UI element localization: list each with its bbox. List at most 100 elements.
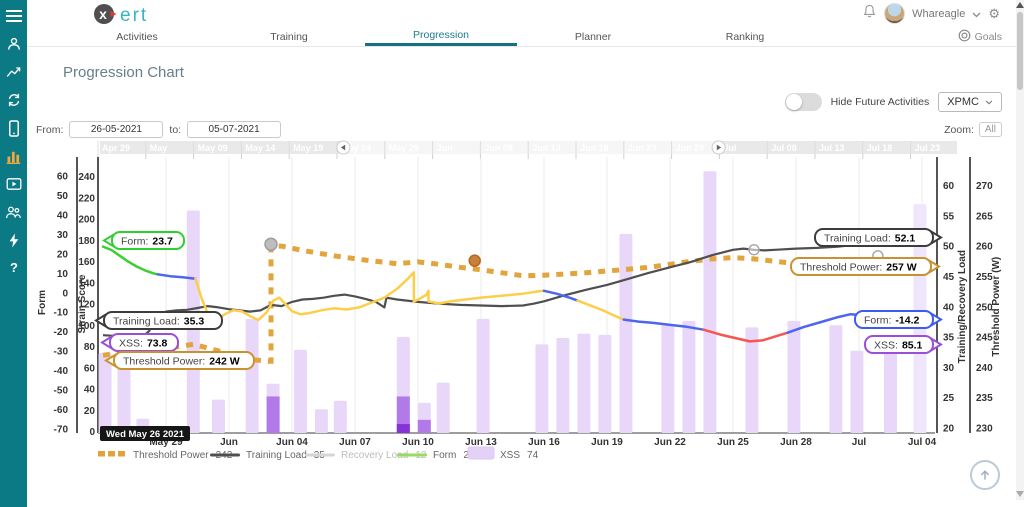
progression-chart-svg: Apr 29 May May 09 May 14 May 19 May 24 May 29 J… xyxy=(38,140,1002,461)
xss-bar[interactable] xyxy=(98,352,112,433)
hide-future-toggle[interactable] xyxy=(784,93,822,111)
svg-text:40: 40 xyxy=(943,302,955,313)
xss-bar[interactable] xyxy=(266,383,280,433)
svg-text:265: 265 xyxy=(976,211,993,222)
bar-chart-icon[interactable] xyxy=(5,147,23,165)
to-date-input[interactable] xyxy=(187,121,282,138)
xss-bar[interactable] xyxy=(417,402,431,433)
svg-text:-60: -60 xyxy=(54,405,69,416)
breakthrough-bronze-dot[interactable] xyxy=(468,254,481,267)
future-controls: Hide Future Activities XPMC xyxy=(784,92,1002,112)
tab-activities[interactable]: Activities xyxy=(61,27,213,46)
svg-text:Apr 29: Apr 29 xyxy=(102,143,130,153)
xss-bar[interactable] xyxy=(703,171,717,433)
xss-bar[interactable] xyxy=(245,318,259,433)
help-icon[interactable]: ? xyxy=(5,259,23,277)
svg-text:20: 20 xyxy=(84,406,96,417)
video-icon[interactable] xyxy=(5,175,23,193)
xss-bar[interactable] xyxy=(661,325,675,433)
svg-text:x: x xyxy=(99,6,107,22)
tab-progression[interactable]: Progression xyxy=(365,27,517,46)
activity-ring[interactable] xyxy=(748,244,760,256)
xss-bar[interactable] xyxy=(619,233,633,433)
scrollbar-thumb[interactable] xyxy=(1017,12,1023,90)
svg-text:May: May xyxy=(150,143,168,153)
xss-bar[interactable] xyxy=(436,382,450,433)
xss-bar[interactable] xyxy=(333,400,347,433)
xss-bar[interactable] xyxy=(850,350,864,433)
xss-bar[interactable] xyxy=(396,336,410,433)
xss-bar[interactable] xyxy=(829,325,843,433)
svg-text:Training Load:35.3: Training Load: 35.3 xyxy=(113,316,204,328)
from-date-input[interactable] xyxy=(69,121,164,138)
callout: Form: 23.7 xyxy=(102,231,185,250)
svg-text:Form:23.7: Form: 23.7 xyxy=(121,236,173,248)
svg-text:20: 20 xyxy=(57,249,69,260)
goals-button[interactable]: Goals xyxy=(958,27,1016,46)
legend-item-xss[interactable]: XSS 74 xyxy=(467,446,539,461)
tab-ranking[interactable]: Ranking xyxy=(669,27,821,46)
callout: Threshold Power: 242 W xyxy=(104,351,255,370)
xss-bar[interactable] xyxy=(293,349,307,433)
xss-bar[interactable] xyxy=(314,409,328,433)
xss-bar[interactable] xyxy=(535,344,549,433)
svg-text:Jul: Jul xyxy=(852,437,867,448)
xss-bar[interactable] xyxy=(682,321,696,433)
legend-item-form[interactable]: Form24 xyxy=(397,450,475,461)
page-title: Progression Chart xyxy=(63,64,184,81)
xss-bar[interactable] xyxy=(787,321,801,433)
svg-text:Jun 07: Jun 07 xyxy=(339,437,371,448)
tab-training[interactable]: Training xyxy=(213,27,365,46)
chevron-down-icon xyxy=(985,99,993,105)
xss-bar[interactable] xyxy=(476,318,490,433)
xss-bar[interactable] xyxy=(884,341,897,433)
minimap-handle-left[interactable] xyxy=(336,140,351,155)
callout: XSS: 85.1 xyxy=(864,335,943,354)
scrollbar-down-arrow[interactable] xyxy=(1016,491,1024,497)
svg-text:230: 230 xyxy=(976,424,993,435)
notifications-bell-icon[interactable] xyxy=(862,3,877,24)
svg-text:35: 35 xyxy=(943,333,955,344)
zoom-all-button[interactable]: All xyxy=(978,122,1002,137)
callout: XSS: 73.8 xyxy=(100,333,179,352)
settings-gear-icon[interactable]: ⚙ xyxy=(988,7,1000,20)
xss-bar[interactable] xyxy=(577,333,591,433)
from-label: From: xyxy=(36,123,64,136)
svg-text:240: 240 xyxy=(976,363,993,374)
svg-text:-40: -40 xyxy=(54,366,69,377)
page-scrollbar[interactable] xyxy=(1016,0,1024,500)
chevron-down-icon[interactable] xyxy=(972,5,981,23)
svg-text:60: 60 xyxy=(57,172,69,183)
xss-bar[interactable] xyxy=(212,399,225,433)
trend-chart-icon[interactable] xyxy=(5,63,23,81)
xert-logo[interactable]: x ert xyxy=(93,2,181,26)
user-avatar[interactable] xyxy=(884,3,906,24)
breakthrough-gray-dot[interactable] xyxy=(264,237,278,252)
svg-text:30: 30 xyxy=(57,230,69,241)
mobile-icon[interactable] xyxy=(5,119,23,137)
svg-text:Jun 23: Jun 23 xyxy=(628,143,657,153)
scrollbar-up-arrow[interactable] xyxy=(1016,2,1024,8)
xss-bar[interactable] xyxy=(117,367,131,433)
xss-bar[interactable] xyxy=(556,338,570,433)
scroll-to-top-button[interactable] xyxy=(970,460,1000,490)
minimap-handle-right[interactable] xyxy=(711,140,726,155)
user-icon[interactable] xyxy=(5,35,23,53)
tab-planner[interactable]: Planner xyxy=(517,27,669,46)
menu-icon[interactable] xyxy=(5,7,23,25)
power-bolt-icon[interactable] xyxy=(5,231,23,249)
minimap-strip[interactable]: Apr 29 May May 09 May 14 May 19 May 24 May 29 J… xyxy=(97,140,957,159)
user-name[interactable]: Whareagle xyxy=(912,8,965,20)
xss-bar[interactable] xyxy=(745,327,759,433)
svg-text:60: 60 xyxy=(943,181,955,192)
sync-icon[interactable] xyxy=(5,91,23,109)
xss-bar[interactable] xyxy=(598,334,612,433)
svg-text:50: 50 xyxy=(943,242,955,253)
svg-text:-30: -30 xyxy=(54,347,69,358)
svg-text:0: 0 xyxy=(89,427,95,438)
group-icon[interactable] xyxy=(5,203,23,221)
metric-selector-button[interactable]: XPMC xyxy=(938,92,1002,112)
xss-bars xyxy=(98,171,927,433)
svg-text:80: 80 xyxy=(84,342,96,353)
svg-text:Threshold Power:242 W: Threshold Power: 242 W xyxy=(123,356,240,368)
